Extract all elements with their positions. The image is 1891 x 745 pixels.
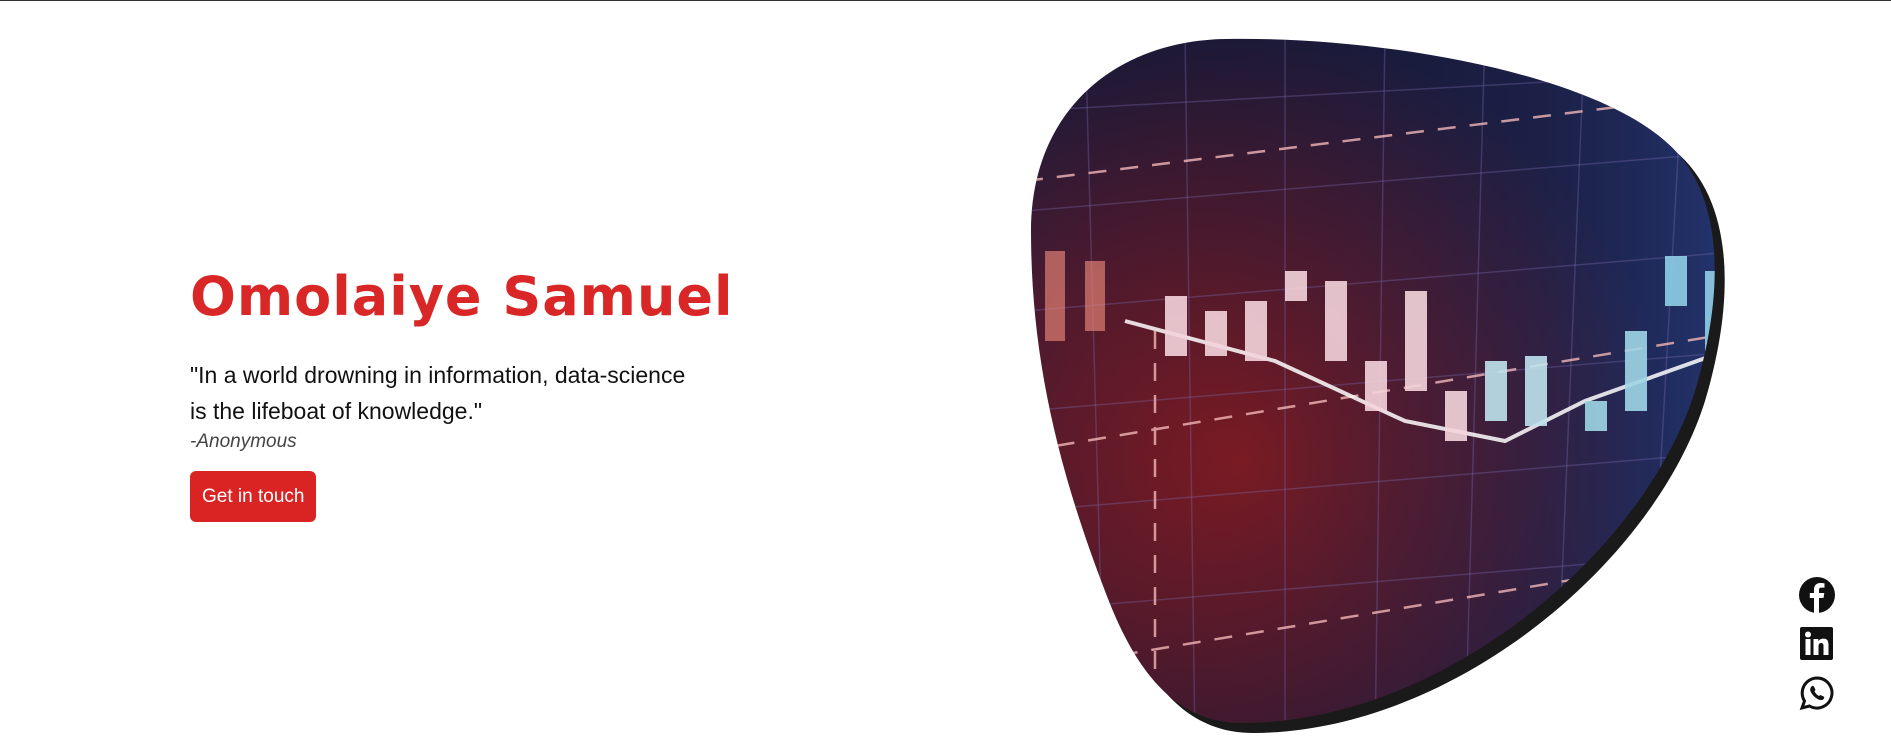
linkedin-icon xyxy=(1800,627,1833,660)
hero-name: Omolaiye Samuel xyxy=(190,265,734,328)
facebook-icon xyxy=(1799,577,1835,613)
get-in-touch-button[interactable]: Get in touch xyxy=(190,471,317,522)
hero-quote: "In a world drowning in information, dat… xyxy=(190,357,810,429)
linkedin-link[interactable] xyxy=(1798,626,1836,662)
whatsapp-link[interactable] xyxy=(1798,675,1836,711)
quote-line-2: is the lifeboat of knowledge." xyxy=(190,398,483,424)
social-links xyxy=(1798,577,1836,711)
quote-line-1: "In a world drowning in information, dat… xyxy=(190,362,686,388)
hero-image xyxy=(1031,38,1725,734)
facebook-link[interactable] xyxy=(1798,577,1836,613)
quote-author: -Anonymous xyxy=(190,431,297,452)
whatsapp-icon xyxy=(1799,676,1834,711)
hero-text: Omolaiye Samuel "In a world drowning in … xyxy=(190,259,810,522)
